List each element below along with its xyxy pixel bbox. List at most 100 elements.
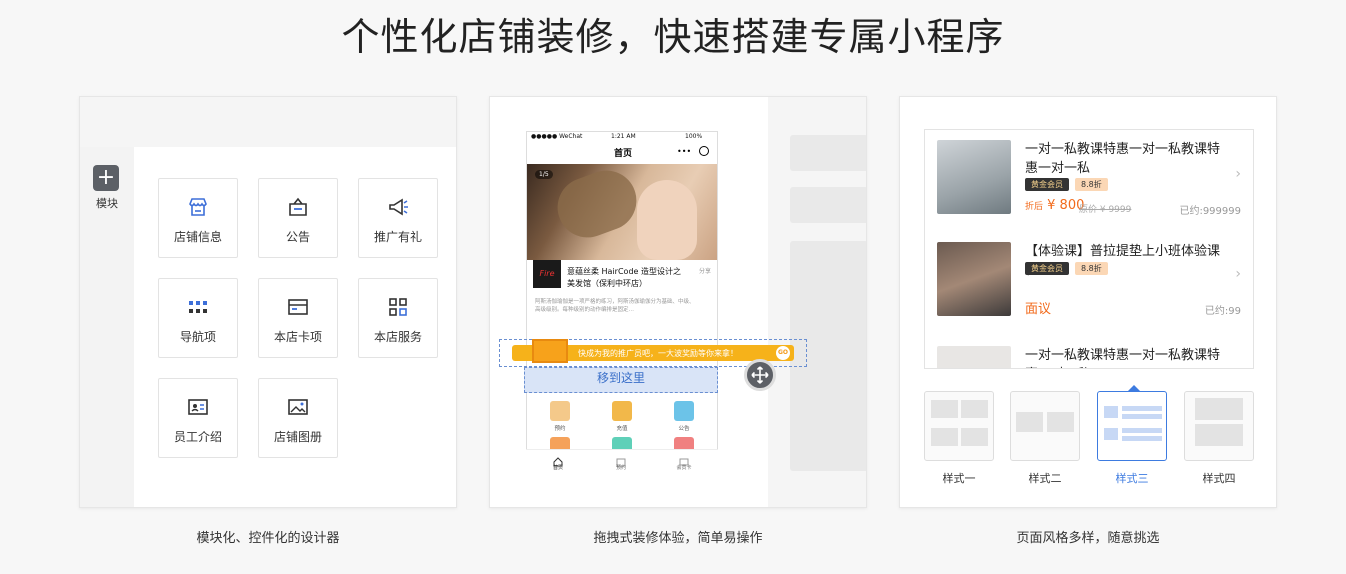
move-handle-icon[interactable] xyxy=(744,359,776,391)
booking-tab-icon xyxy=(616,452,626,467)
course-title: 一对一私教课特惠一对一私教课特惠一对一私 xyxy=(1025,142,1221,176)
course-item[interactable]: 一对一私教课特惠一对一私教课特惠一对一私 xyxy=(925,336,1253,368)
quick-icon-partial xyxy=(550,437,570,449)
module-tile-label: 推广有礼 xyxy=(373,230,422,244)
chevron-right-icon: › xyxy=(1235,266,1241,282)
card-icon xyxy=(288,299,308,315)
id-card-icon xyxy=(188,399,208,415)
store-description: 阿斯汤伽瑜伽是一项严格的练习，阿斯汤伽瑜伽分为基础、中级、高级级别。每种级别的动… xyxy=(535,299,695,313)
store-card[interactable]: Fire 意蕴丝柔 HairCode 造型设计之美发馆（保利中环店） 分享 阿斯… xyxy=(527,260,717,320)
go-badge: GO xyxy=(776,346,790,360)
add-module-label: 模块 xyxy=(96,197,118,210)
page-headline: 个性化店铺装修，快速搭建专属小程序 xyxy=(341,15,1005,59)
hero-face xyxy=(637,180,697,260)
course-image xyxy=(937,140,1011,214)
module-tile-gallery[interactable]: 店铺图册 xyxy=(258,378,338,458)
caption-drag: 拖拽式装修体验，简单易操作 xyxy=(593,531,763,546)
placeholder-bar xyxy=(790,187,866,223)
tab-home[interactable]: 首页 xyxy=(543,464,573,471)
store-icon xyxy=(189,198,207,216)
caption-designer: 模块化、控件化的设计器 xyxy=(196,531,340,546)
style-option-label: 样式四 xyxy=(1202,472,1236,485)
style-option-1[interactable] xyxy=(924,391,994,461)
original-price: 原价 ¥ 9999 xyxy=(1079,205,1132,215)
chevron-right-icon: › xyxy=(1235,166,1241,182)
module-tile-notice[interactable]: 公告 xyxy=(258,178,338,258)
module-tile-label: 本店卡项 xyxy=(273,330,322,344)
designer-panel: + 模块 店铺信息 公告 推广有礼 导航项 本店卡项 本店服务 员工介绍 店铺图… xyxy=(79,96,457,508)
module-tile-label: 导航项 xyxy=(179,330,216,344)
promo-banner-text: 快成为我的推广员吧，一大波奖励等你来拿！ xyxy=(578,349,738,358)
drop-zone[interactable]: 移到这里 xyxy=(524,367,718,393)
status-bar: ●●●●● WeChat 1:21 AM 100% xyxy=(527,132,717,142)
phone-tabbar: 首页 预约 会员卡 xyxy=(526,449,718,476)
module-tile-label: 本店服务 xyxy=(373,330,422,344)
module-tile-label: 店铺信息 xyxy=(173,230,222,244)
booking-icon[interactable] xyxy=(550,401,570,421)
style-option-2[interactable] xyxy=(1010,391,1080,461)
carousel-pager: 1/5 xyxy=(535,170,553,179)
tab-member-card[interactable]: 会员卡 xyxy=(669,464,699,471)
style-option-3[interactable] xyxy=(1097,391,1167,461)
designer-sidebar: + 模块 xyxy=(80,147,134,507)
module-tile-card[interactable]: 本店卡项 xyxy=(258,278,338,358)
course-image xyxy=(937,242,1011,316)
module-tile-services[interactable]: 本店服务 xyxy=(358,278,438,358)
quick-icon-label: 充值 xyxy=(616,426,628,432)
style-option-label: 样式一 xyxy=(942,472,976,485)
course-item[interactable]: 【体验课】普拉提垫上小班体验课程 黄金会员 8.8折 面议 已约:99 › xyxy=(925,232,1253,330)
course-price: 面议 xyxy=(1025,302,1052,317)
module-tile-label: 员工介绍 xyxy=(173,430,222,444)
grid-dots-icon xyxy=(189,301,207,313)
quick-icon-partial xyxy=(674,437,694,449)
member-badge: 黄金会员 xyxy=(1025,178,1069,191)
course-item[interactable]: 一对一私教课特惠一对一私教课特惠一对一私 黄金会员 8.8折 折后 ¥ 800 … xyxy=(925,130,1253,228)
drag-demo-panel: ●●●●● WeChat 1:21 AM 100% 首页 ••• 1/5 Fir… xyxy=(489,96,867,508)
module-tile-label: 店铺图册 xyxy=(273,430,322,444)
time-label: 1:21 AM xyxy=(611,133,636,140)
caption-styles: 页面风格多样，随意挑选 xyxy=(1016,531,1160,546)
module-tile-store-info[interactable]: 店铺信息 xyxy=(158,178,238,258)
style-option-label: 样式三 xyxy=(1115,472,1149,485)
picture-icon xyxy=(288,399,308,415)
megaphone-icon xyxy=(389,198,408,216)
sold-count: 已约:999999 xyxy=(1179,206,1241,217)
quick-icon-partial xyxy=(612,437,632,449)
member-badge: 黄金会员 xyxy=(1025,262,1069,275)
course-list: 一对一私教课特惠一对一私教课特惠一对一私 黄金会员 8.8折 折后 ¥ 800 … xyxy=(924,129,1254,369)
quick-icon-label: 公告 xyxy=(678,426,690,432)
member-tab-icon xyxy=(679,452,689,466)
course-image xyxy=(937,346,1011,368)
promo-banner: 快成为我的推广员吧，一大波奖励等你来拿！ GO xyxy=(512,339,794,363)
sold-count: 已约:99 xyxy=(1204,306,1241,317)
gift-icon xyxy=(532,339,568,363)
placeholder-bar xyxy=(790,135,866,171)
carrier-label: ●●●●● WeChat xyxy=(531,133,583,140)
battery-label: 100% xyxy=(685,133,703,140)
target-icon[interactable] xyxy=(699,146,709,156)
designer-topbar xyxy=(80,97,456,147)
store-name: 意蕴丝柔 HairCode 造型设计之美发馆（保利中环店） xyxy=(567,267,681,288)
notice-icon xyxy=(289,197,307,216)
notice-icon[interactable] xyxy=(674,401,694,421)
apps-icon xyxy=(389,298,407,316)
recharge-icon[interactable] xyxy=(612,401,632,421)
style-option-label: 样式二 xyxy=(1028,472,1062,485)
module-tile-label: 公告 xyxy=(285,230,310,244)
more-icon[interactable]: ••• xyxy=(677,147,691,156)
style-option-4[interactable] xyxy=(1184,391,1254,461)
price-prefix: 折后 xyxy=(1025,202,1044,212)
discount-badge: 8.8折 xyxy=(1075,178,1108,191)
share-button[interactable]: 分享 xyxy=(699,266,711,275)
hero-image: 1/5 xyxy=(527,162,717,268)
course-title: 一对一私教课特惠一对一私教课特惠一对一私 xyxy=(1025,348,1221,368)
home-tab-icon xyxy=(553,452,563,467)
store-logo: Fire xyxy=(533,260,561,288)
quick-icon-label: 预约 xyxy=(554,426,566,432)
tab-booking[interactable]: 预约 xyxy=(606,464,636,471)
module-tile-promotion[interactable]: 推广有礼 xyxy=(358,178,438,258)
module-tile-staff[interactable]: 员工介绍 xyxy=(158,378,238,458)
style-panel: 一对一私教课特惠一对一私教课特惠一对一私 黄金会员 8.8折 折后 ¥ 800 … xyxy=(899,96,1277,508)
module-tile-navigation[interactable]: 导航项 xyxy=(158,278,238,358)
add-module-button[interactable]: + xyxy=(93,165,119,191)
